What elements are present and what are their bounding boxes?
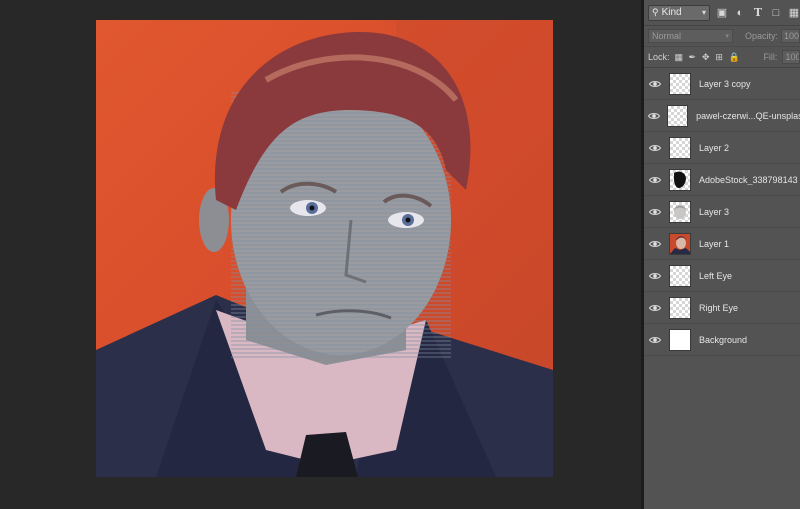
layers-panel: ⚲ Kind ▾ ▣ ◐ T □ ▦ Normal ▾ Opacity: 100…	[644, 0, 800, 509]
layer-row[interactable]: Layer 3 copy	[644, 68, 800, 100]
layer-name: AdobeStock_338798143	[699, 174, 798, 185]
layer-row[interactable]: AdobeStock_338798143	[644, 164, 800, 196]
layer-thumbnail	[669, 264, 691, 287]
layer-thumbnail	[669, 232, 691, 255]
lock-row: Lock: ▦ ✒ ✥ ⊞ 🔒 Fill: 100%	[644, 47, 800, 68]
lock-all-icon[interactable]: 🔒	[728, 52, 739, 62]
visibility-eye-icon[interactable]	[644, 336, 666, 344]
layer-thumbnail	[669, 72, 691, 95]
fill-field[interactable]: 100%	[782, 50, 800, 64]
chevron-down-icon: ▾	[701, 7, 706, 17]
layer-name: Layer 2	[699, 142, 730, 153]
filter-kind-label: Kind	[661, 7, 682, 18]
layer-thumbnail	[669, 328, 691, 351]
adjustment-filter-icon[interactable]: ◐	[734, 7, 746, 19]
visibility-eye-icon[interactable]	[644, 80, 666, 88]
layer-name: Background	[699, 334, 748, 345]
layer-name: pawel-czerwi...QE-unsplash	[696, 110, 800, 121]
layer-name: Layer 3 copy	[699, 78, 751, 89]
layer-thumbnail	[669, 296, 691, 319]
layer-thumbnail	[669, 200, 691, 223]
opacity-label: Opacity:	[744, 31, 778, 41]
layer-thumbnail	[669, 136, 691, 159]
blend-opacity-row: Normal ▾ Opacity: 100%	[644, 26, 800, 47]
blend-mode-value: Normal	[652, 31, 682, 41]
layer-thumbnail	[667, 104, 689, 127]
layer-list: Layer 3 copy pawel-czerwi...QE-unsplash …	[644, 68, 800, 356]
image-filter-icon[interactable]: ▣	[716, 7, 728, 19]
layer-row[interactable]: Left Eye	[644, 260, 800, 292]
layer-name: Right Eye	[699, 302, 739, 313]
visibility-eye-icon[interactable]	[644, 176, 666, 184]
chevron-down-icon: ▾	[725, 33, 729, 40]
visibility-eye-icon[interactable]	[644, 112, 664, 120]
layer-row[interactable]: Layer 2	[644, 132, 800, 164]
layer-name: Left Eye	[699, 270, 733, 281]
layer-row[interactable]: pawel-czerwi...QE-unsplash	[644, 100, 800, 132]
lock-artboard-icon[interactable]: ⊞	[715, 52, 723, 62]
filter-kind-select[interactable]: ⚲ Kind ▾	[648, 4, 710, 21]
lock-pixels-icon[interactable]: ✒	[688, 52, 696, 62]
lock-position-icon[interactable]: ✥	[702, 52, 710, 62]
opacity-field[interactable]: 100%	[780, 29, 800, 43]
layer-name: Layer 3	[699, 206, 730, 217]
portrait-artwork	[96, 20, 553, 477]
layer-row[interactable]: Layer 3	[644, 196, 800, 228]
fill-label: Fill:	[763, 52, 778, 62]
visibility-eye-icon[interactable]	[644, 144, 666, 152]
lock-label: Lock:	[648, 52, 670, 62]
visibility-eye-icon[interactable]	[644, 304, 666, 312]
lock-transparency-icon[interactable]: ▦	[675, 52, 684, 62]
layer-thumbnail	[669, 168, 691, 191]
smart-object-filter-icon[interactable]: ▦	[788, 7, 800, 19]
shape-filter-icon[interactable]: □	[770, 7, 782, 19]
layer-name: Layer 1	[699, 238, 730, 249]
canvas-area[interactable]	[0, 0, 641, 509]
blend-mode-select[interactable]: Normal ▾	[648, 29, 733, 43]
layer-filter-bar: ⚲ Kind ▾ ▣ ◐ T □ ▦	[644, 0, 800, 26]
visibility-eye-icon[interactable]	[644, 240, 666, 248]
type-filter-icon[interactable]: T	[752, 6, 764, 19]
layer-row[interactable]: Background	[644, 324, 800, 356]
layer-row[interactable]: Right Eye	[644, 292, 800, 324]
layer-row[interactable]: Layer 1	[644, 228, 800, 260]
document-canvas[interactable]	[96, 20, 553, 477]
visibility-eye-icon[interactable]	[644, 208, 666, 216]
visibility-eye-icon[interactable]	[644, 272, 666, 280]
search-icon: ⚲	[652, 7, 659, 17]
